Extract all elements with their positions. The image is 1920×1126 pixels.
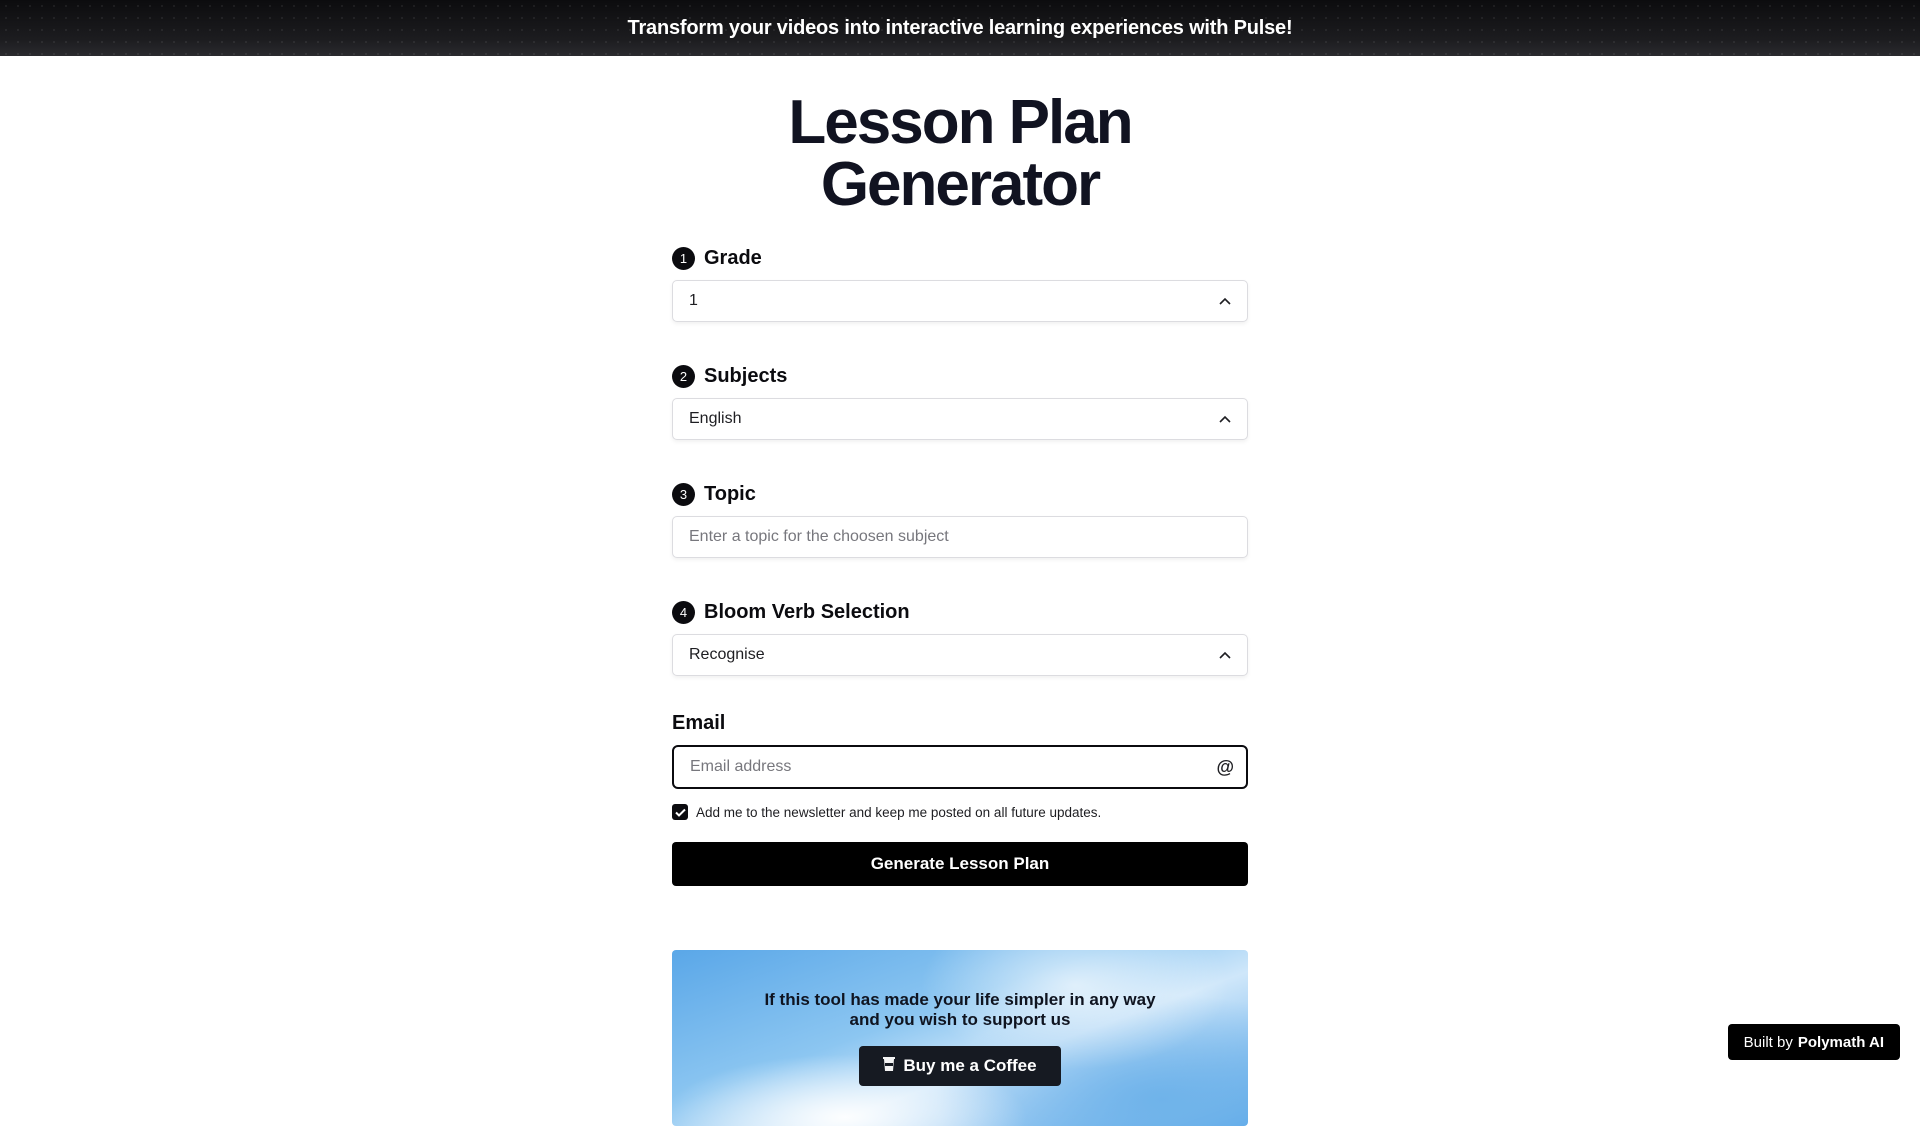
bloom-label-row: 4 Bloom Verb Selection	[672, 599, 1248, 625]
coffee-button-label: Buy me a Coffee	[903, 1056, 1037, 1075]
grade-label: Grade	[704, 246, 762, 269]
step-badge: 3	[672, 482, 695, 506]
bloom-label: Bloom Verb Selection	[704, 600, 910, 623]
topic-input[interactable]	[689, 528, 1231, 546]
support-text-line-2: and you wish to support us	[849, 1010, 1071, 1029]
step-badge: 1	[672, 246, 695, 270]
topic-label: Topic	[704, 482, 756, 505]
grade-section: 1 Grade 1	[672, 245, 1248, 322]
subjects-section: 2 Subjects English	[672, 363, 1248, 440]
at-sign-icon: @	[1216, 756, 1234, 777]
email-label: Email	[672, 711, 726, 734]
subjects-label-row: 2 Subjects	[672, 363, 1248, 389]
email-label-row: Email	[672, 710, 1248, 736]
check-icon	[674, 808, 686, 817]
banner-text: Transform your videos into interactive l…	[627, 16, 1293, 39]
chevron-up-icon	[1219, 649, 1231, 661]
support-text-line-1: If this tool has made your life simpler …	[764, 990, 1156, 1009]
grade-select[interactable]: 1	[672, 280, 1248, 322]
chevron-up-icon	[1219, 413, 1231, 425]
support-card: If this tool has made your life simpler …	[672, 950, 1248, 1126]
bloom-select-value: Recognise	[689, 646, 765, 663]
top-banner[interactable]: Transform your videos into interactive l…	[0, 0, 1920, 56]
buy-me-a-coffee-button[interactable]: Buy me a Coffee	[859, 1046, 1061, 1086]
coffee-cup-icon	[883, 1056, 896, 1076]
topic-section: 3 Topic	[672, 481, 1248, 558]
step-badge: 2	[672, 364, 695, 388]
email-section: Email @	[672, 710, 1248, 789]
email-input[interactable]	[690, 758, 1217, 776]
grade-label-row: 1 Grade	[672, 245, 1248, 271]
built-by-prefix: Built by	[1743, 1033, 1793, 1051]
bloom-select[interactable]: Recognise	[672, 634, 1248, 676]
grade-select-value: 1	[689, 292, 698, 309]
topic-label-row: 3 Topic	[672, 481, 1248, 507]
subjects-label: Subjects	[704, 364, 788, 387]
email-field: @	[672, 745, 1248, 789]
built-by-badge[interactable]: Built by Polymath AI	[1727, 1024, 1900, 1060]
newsletter-row: Add me to the newsletter and keep me pos…	[672, 804, 1248, 820]
page-title: Lesson Plan Generator	[788, 88, 1133, 219]
newsletter-checkbox[interactable]	[672, 804, 688, 820]
subjects-select[interactable]: English	[672, 398, 1248, 440]
chevron-up-icon	[1219, 295, 1231, 307]
main-column: Lesson Plan Generator 1 Grade 1 2 Subjec…	[672, 56, 1248, 1126]
step-badge: 4	[672, 600, 695, 624]
generate-lesson-plan-button[interactable]: Generate Lesson Plan	[672, 842, 1248, 886]
bloom-section: 4 Bloom Verb Selection Recognise	[672, 599, 1248, 676]
subjects-select-value: English	[689, 410, 742, 427]
topic-field	[672, 516, 1248, 558]
built-by-name: Polymath AI	[1797, 1033, 1884, 1051]
newsletter-label: Add me to the newsletter and keep me pos…	[696, 804, 1102, 820]
